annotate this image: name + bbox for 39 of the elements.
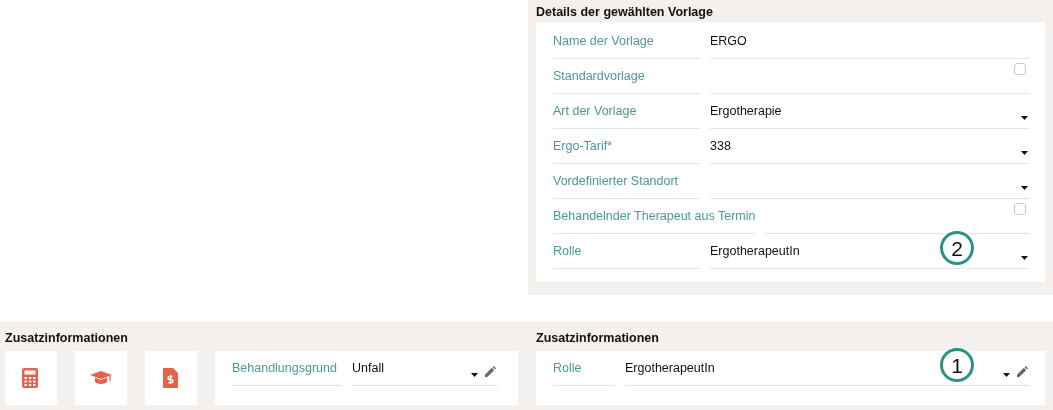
- icon-tile[interactable]: [75, 351, 127, 405]
- field-value: Ergotherapie: [710, 104, 782, 118]
- select-field[interactable]: ErgotherapeutIn 1: [625, 353, 1030, 386]
- field-label: Rolle: [553, 353, 615, 386]
- input-field[interactable]: ERGO: [710, 26, 1030, 59]
- field-label: Rolle: [553, 236, 700, 269]
- checkbox[interactable]: [1014, 203, 1026, 215]
- icon-tile[interactable]: [145, 351, 197, 405]
- field-label: Vordefinierter Standort: [553, 166, 700, 199]
- callout-badge: 1: [940, 348, 974, 382]
- caret-icon[interactable]: [1021, 255, 1028, 260]
- caret-icon[interactable]: [471, 372, 478, 377]
- pencil-icon[interactable]: [1017, 366, 1028, 378]
- select-field[interactable]: 338: [710, 131, 1030, 164]
- field-label: Ergo-Tarif*: [553, 131, 700, 164]
- field-value: ErgotherapeutIn: [625, 361, 715, 375]
- section-title: Zusatzinformationen: [536, 330, 660, 347]
- checkbox[interactable]: [1014, 63, 1026, 75]
- caret-icon[interactable]: [1021, 115, 1028, 120]
- section-title: Details der gewählten Vorlage: [536, 4, 714, 21]
- select-field[interactable]: Ergotherapie: [710, 96, 1030, 129]
- field-value: ErgotherapeutIn: [710, 244, 800, 258]
- field-label: Behandlungsgrund: [232, 353, 342, 386]
- pencil-icon[interactable]: [485, 366, 496, 378]
- field-label: Standardvorlage: [553, 61, 700, 94]
- select-field[interactable]: ErgotherapeutIn 2: [710, 236, 1030, 269]
- field-label: Behandelnder Therapeut aus Termin: [553, 201, 756, 234]
- callout-badge: 2: [940, 231, 974, 265]
- caret-icon[interactable]: [1003, 372, 1010, 377]
- caret-icon[interactable]: [1021, 185, 1028, 190]
- field-value: ERGO: [710, 34, 747, 48]
- field-value: Unfall: [352, 361, 384, 375]
- field-label: Name der Vorlage: [553, 26, 700, 59]
- caret-icon[interactable]: [1021, 150, 1028, 155]
- icon-tile[interactable]: [5, 351, 57, 405]
- field-value: 338: [710, 139, 731, 153]
- select-field[interactable]: Unfall: [352, 353, 498, 386]
- section-title: Zusatzinformationen: [5, 330, 129, 347]
- field-label: Art der Vorlage: [553, 96, 700, 129]
